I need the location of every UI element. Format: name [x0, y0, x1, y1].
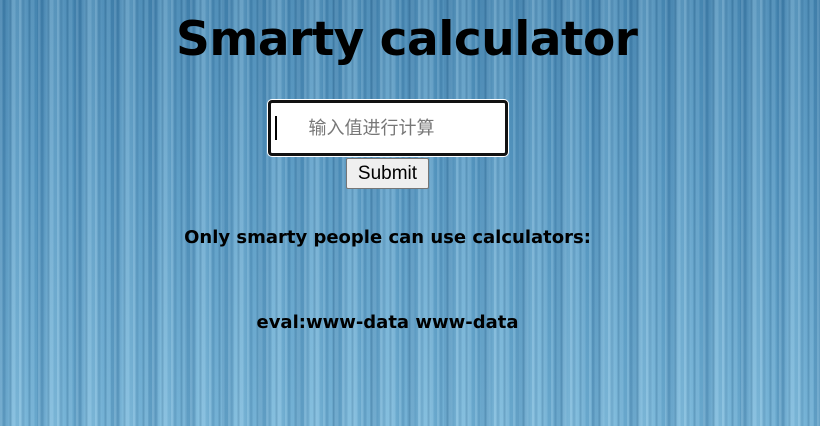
page-title: Smarty calculator	[176, 12, 638, 67]
submit-button[interactable]: Submit	[345, 158, 430, 189]
subtitle-text: Only smarty people can use calculators:	[184, 227, 591, 248]
text-caret	[275, 116, 277, 140]
calculator-form: Submit	[0, 100, 775, 189]
result-output: eval:www-data www-data	[256, 312, 519, 333]
calculator-input[interactable]	[267, 100, 508, 156]
